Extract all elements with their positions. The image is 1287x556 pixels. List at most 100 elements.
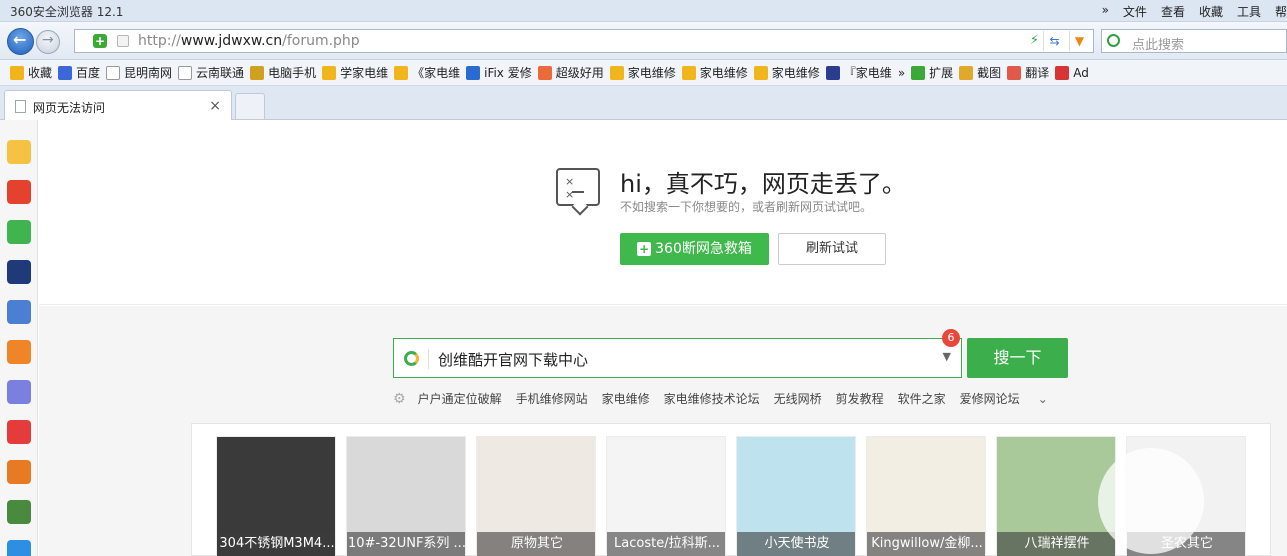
bookmark-item[interactable]: 百度 (58, 64, 100, 81)
bookmark-label: 超级好用 (555, 66, 604, 80)
search-value: 创维酷开官网下载中心 (438, 351, 589, 369)
favorites-star-icon[interactable] (7, 140, 31, 164)
hot-word-link[interactable]: 剪发教程 (836, 390, 884, 407)
free-novel-icon[interactable] (7, 340, 31, 364)
game-icon[interactable] (7, 380, 31, 404)
bookmark-item[interactable]: Ad (1055, 65, 1089, 80)
bookmark-label: 收藏 (28, 66, 53, 80)
error-section: × × hi，真不巧，网页走丢了。 不如搜索一下你想要的，或者刷新网页试试吧。 … (39, 120, 1287, 305)
page-info-icon[interactable] (117, 35, 129, 47)
menu-more[interactable]: » (1102, 3, 1109, 20)
chevron-down-icon[interactable]: ▼ (943, 350, 951, 363)
bookmark-item[interactable]: 收藏 (10, 64, 52, 81)
page-icon (106, 65, 121, 80)
url-text[interactable]: http://www.jdwxw.cn/forum.php (138, 33, 360, 49)
bookmark-label: 百度 (76, 66, 101, 80)
chevron-down-icon[interactable]: ⌄ (1038, 392, 1048, 406)
security-shield-icon[interactable]: + (93, 34, 107, 48)
360-search-logo-icon (404, 351, 419, 366)
hot-word-link[interactable]: 家电维修 (602, 390, 650, 407)
search-section: 创维酷开官网下载中心 ▼ 6 搜一下 ⚙ 户户通定位破解 手机维修网站 家电维修 家电… (39, 306, 1287, 556)
menu-view[interactable]: 查看 (1161, 3, 1185, 20)
site-icon (394, 65, 409, 80)
product-caption: 304不锈钢M3M4... (217, 532, 335, 556)
bookmark-item[interactable]: 『家电维 (825, 64, 892, 81)
bookmark-item[interactable]: 扩展 (911, 64, 953, 81)
search-input[interactable]: 创维酷开官网下载中心 ▼ 6 (393, 329, 962, 378)
chevron-down-icon[interactable]: ▼ (1069, 31, 1089, 51)
hot-word-link[interactable]: 软件之家 (898, 390, 946, 407)
bookmark-item[interactable]: 《家电维 (394, 64, 460, 81)
hot-word-link[interactable]: 爱修网论坛 (960, 390, 1020, 407)
menu-file[interactable]: 文件 (1123, 3, 1147, 20)
product-card[interactable]: 原物其它 (476, 436, 596, 556)
product-card[interactable]: 小天使书皮 (736, 436, 856, 556)
product-card[interactable]: 304不锈钢M3M4... (216, 436, 336, 556)
hot-word-link[interactable]: 户户通定位破解 (418, 390, 502, 407)
menu-tools[interactable]: 工具 (1237, 3, 1261, 20)
tab-strip: 网页无法访问 × (0, 86, 1287, 120)
game2-icon[interactable] (7, 460, 31, 484)
tab-active[interactable]: 网页无法访问 × (4, 90, 232, 120)
refresh-button[interactable]: 刷新试试 (778, 233, 886, 265)
mail-icon[interactable] (7, 220, 31, 244)
error-title: hi，真不巧，网页走丢了。 (620, 170, 906, 198)
global-news-icon[interactable] (7, 260, 31, 284)
lightning-icon[interactable]: ⚡ (1030, 33, 1039, 48)
product-card[interactable]: Lacoste/拉科斯... (606, 436, 726, 556)
bookmark-label: 家电维修 (699, 66, 748, 80)
bookmark-label: iFix 爱修 (484, 66, 532, 80)
error-subtitle: 不如搜索一下你想要的，或者刷新网页试试吧。 (620, 200, 873, 214)
search-button[interactable]: 搜一下 (967, 338, 1068, 378)
menu-help[interactable]: 帮 (1275, 3, 1287, 20)
bookmark-item[interactable]: 家电维修 (609, 64, 676, 81)
product-caption: 10#-32UNF系列 ... (347, 532, 465, 556)
network-rescue-button[interactable]: +360断网急救箱 (620, 233, 769, 265)
bookmark-item[interactable]: 超级好用 (537, 64, 604, 81)
new-tab-button[interactable] (235, 93, 265, 119)
bookmark-item[interactable]: iFix 爱修 (466, 64, 532, 81)
page-icon (178, 65, 193, 80)
window-titlebar: 360安全浏览器 12.1 » 文件 查看 收藏 工具 帮 (0, 0, 1287, 22)
navigation-bar: + http://www.jdwxw.cn/forum.php ⚡ ⇆ ▼ 点此… (0, 22, 1287, 60)
translate-icon (1007, 65, 1022, 80)
back-button[interactable] (7, 28, 34, 55)
site-icon (681, 65, 696, 80)
adblock-icon (1055, 65, 1070, 80)
bookmark-item[interactable]: 截图 (959, 64, 1001, 81)
product-card[interactable]: Kingwillow/金柳... (866, 436, 986, 556)
menu-favorites[interactable]: 收藏 (1199, 3, 1223, 20)
product-card[interactable]: 10#-32UNF系列 ... (346, 436, 466, 556)
bookmark-item[interactable]: 昆明南网 (106, 64, 172, 81)
bookmark-label: 截图 (977, 66, 1002, 80)
bookmark-item[interactable]: 家电维修 (681, 64, 748, 81)
address-bar[interactable]: + http://www.jdwxw.cn/forum.php ⚡ ⇆ ▼ (74, 29, 1094, 53)
hot-words: ⚙ 户户通定位破解 手机维修网站 家电维修 家电维修技术论坛 无线网桥 剪发教程 软件之家爱… (393, 390, 1048, 407)
ifix-icon (466, 65, 481, 80)
game3-icon[interactable] (7, 500, 31, 524)
site-icon (537, 65, 552, 80)
gear-icon[interactable]: ⚙ (393, 391, 406, 407)
bookmark-item[interactable]: 云南联通 (178, 64, 244, 81)
weibo-icon[interactable] (7, 180, 31, 204)
product-caption: Kingwillow/金柳... (867, 532, 985, 556)
bookmark-item[interactable]: 学家电维 (322, 64, 388, 81)
baidu-paw-icon (58, 65, 73, 80)
search-engine-icon[interactable] (1107, 34, 1120, 47)
rescue-button-label: 360断网急救箱 (655, 241, 752, 257)
xiaohongshu-icon[interactable] (7, 420, 31, 444)
bookmark-label: 《家电维 (412, 66, 461, 80)
bookmark-item[interactable]: » (898, 66, 905, 80)
close-icon[interactable]: × (209, 98, 221, 114)
app-icon[interactable] (7, 540, 31, 556)
bookmark-item[interactable]: 电脑手机 (250, 64, 316, 81)
document-icon[interactable] (7, 300, 31, 324)
hot-word-link[interactable]: 无线网桥 (774, 390, 822, 407)
forward-button[interactable] (36, 30, 60, 54)
search-box[interactable]: 点此搜索 (1101, 29, 1287, 53)
compat-mode-icon[interactable]: ⇆ (1043, 31, 1065, 51)
hot-word-link[interactable]: 家电维修技术论坛 (664, 390, 760, 407)
bookmark-item[interactable]: 翻译 (1007, 64, 1049, 81)
bookmark-item[interactable]: 家电维修 (753, 64, 820, 81)
hot-word-link[interactable]: 手机维修网站 (516, 390, 588, 407)
